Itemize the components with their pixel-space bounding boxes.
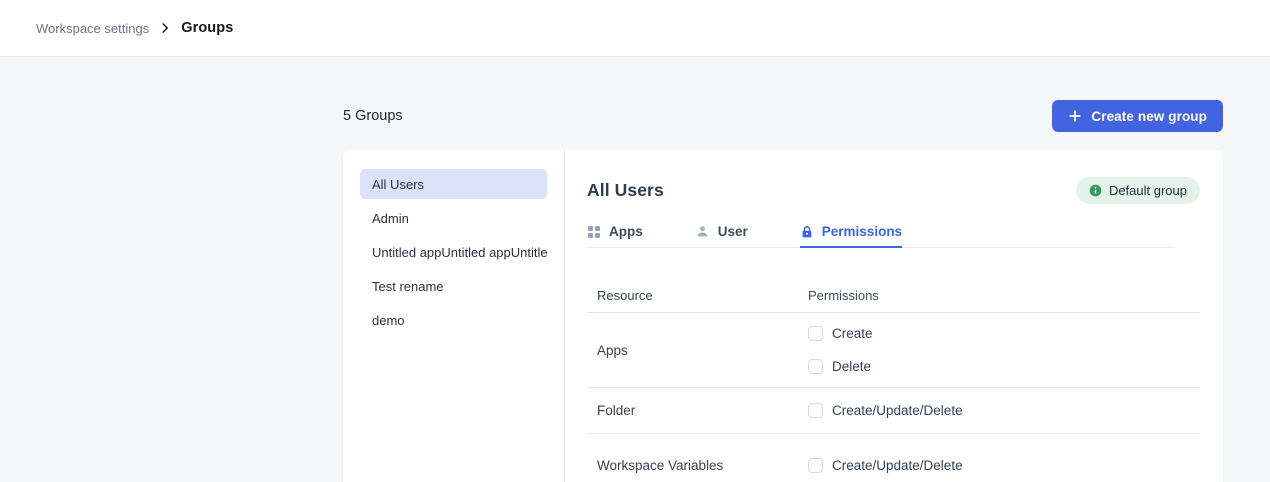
permissions-table: Resource Permissions Apps Create Delete	[587, 248, 1200, 482]
lock-icon	[800, 225, 814, 239]
group-detail-panel: All Users Default group Apps	[565, 150, 1223, 482]
group-item-demo[interactable]: demo	[360, 305, 547, 335]
folder-cud-checkbox-label: Create/Update/Delete	[832, 403, 963, 418]
breadcrumb: Workspace settings Groups	[36, 20, 233, 36]
chevron-right-icon	[159, 22, 171, 34]
create-checkbox-label: Create	[832, 326, 873, 341]
tab-bar: Apps User Permissions	[587, 224, 1175, 248]
tab-permissions[interactable]: Permissions	[800, 224, 902, 248]
groups-count: 5 Groups	[343, 108, 403, 124]
tab-permissions-label: Permissions	[822, 224, 902, 239]
column-header-resource: Resource	[587, 288, 808, 303]
groups-card: All Users Admin Untitled appUntitled app…	[343, 150, 1223, 482]
create-new-group-label: Create new group	[1091, 109, 1207, 124]
permission-option-create: Create	[808, 326, 873, 341]
groups-settings-screen: Workspace settings Groups 5 Groups Creat…	[0, 0, 1270, 482]
create-new-group-button[interactable]: Create new group	[1052, 100, 1223, 132]
table-row-workspace-variables: Workspace Variables Create/Update/Delete	[587, 434, 1200, 482]
group-list: All Users Admin Untitled appUntitled app…	[343, 150, 565, 482]
wv-cud-checkbox[interactable]	[808, 458, 823, 473]
resource-label: Workspace Variables	[587, 458, 808, 473]
tab-user-label: User	[718, 224, 748, 239]
breadcrumb-groups: Groups	[181, 20, 233, 36]
resource-label: Folder	[587, 403, 808, 418]
panel-header: All Users Default group	[587, 176, 1200, 204]
default-group-badge: Default group	[1076, 177, 1200, 204]
permission-option-wv-cud: Create/Update/Delete	[808, 458, 963, 473]
grid-icon	[587, 225, 601, 239]
tab-apps[interactable]: Apps	[587, 224, 643, 248]
default-group-label: Default group	[1109, 183, 1187, 198]
table-row-folder: Folder Create/Update/Delete	[587, 388, 1200, 434]
delete-checkbox[interactable]	[808, 359, 823, 374]
permissions-table-header: Resource Permissions	[587, 248, 1200, 313]
group-item-admin[interactable]: Admin	[360, 203, 547, 233]
column-header-permissions: Permissions	[808, 288, 879, 303]
permission-option-delete: Delete	[808, 359, 873, 374]
plus-icon	[1068, 109, 1082, 123]
user-icon	[695, 224, 710, 239]
permission-option-folder-cud: Create/Update/Delete	[808, 403, 963, 418]
top-bar: Workspace settings Groups	[0, 0, 1270, 57]
groups-header-row: 5 Groups Create new group	[343, 100, 1223, 132]
tab-apps-label: Apps	[609, 224, 643, 239]
table-row-apps: Apps Create Delete	[587, 313, 1200, 388]
folder-cud-checkbox[interactable]	[808, 403, 823, 418]
group-title: All Users	[587, 180, 664, 201]
info-icon	[1089, 184, 1102, 197]
breadcrumb-workspace-settings[interactable]: Workspace settings	[36, 21, 149, 36]
group-item-untitled-app[interactable]: Untitled appUntitled appUntitle…	[360, 237, 547, 267]
delete-checkbox-label: Delete	[832, 359, 871, 374]
tab-user[interactable]: User	[695, 224, 748, 248]
group-item-test-rename[interactable]: Test rename	[360, 271, 547, 301]
wv-cud-checkbox-label: Create/Update/Delete	[832, 458, 963, 473]
resource-label: Apps	[587, 343, 808, 358]
group-item-all-users[interactable]: All Users	[360, 169, 547, 199]
create-checkbox[interactable]	[808, 326, 823, 341]
